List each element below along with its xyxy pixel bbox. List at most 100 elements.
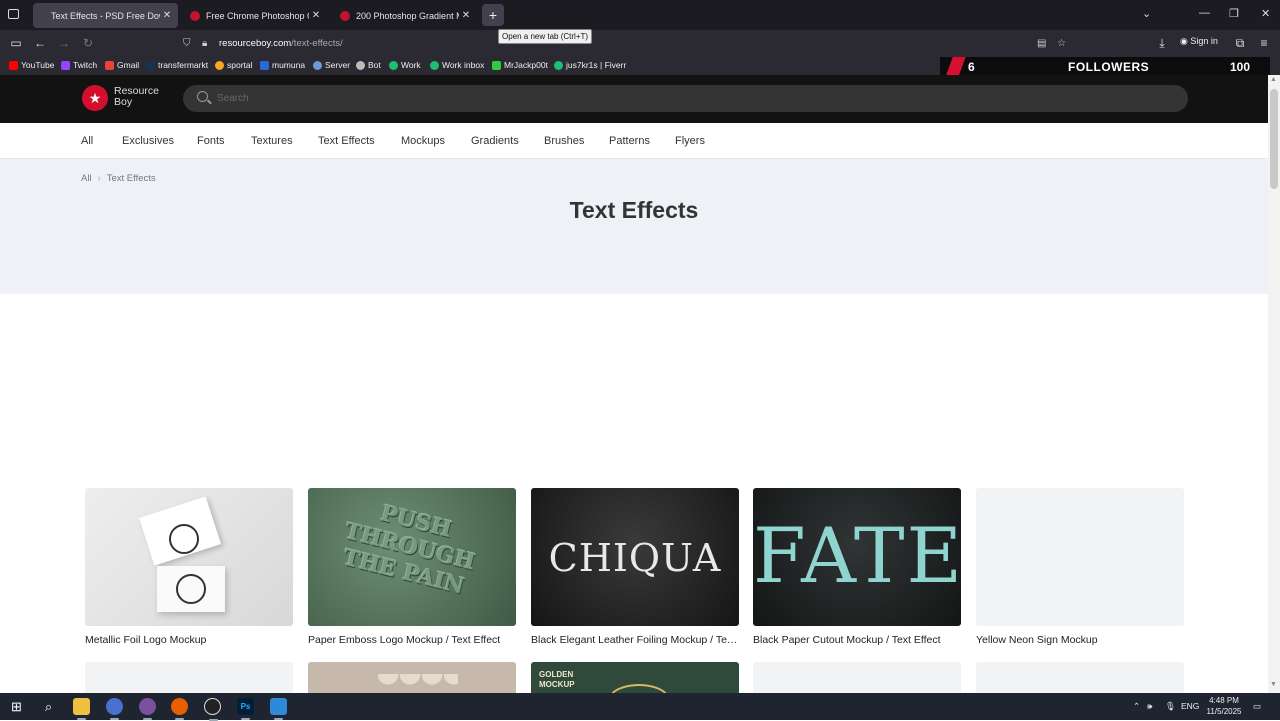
close-window-icon[interactable]: ✕ bbox=[1261, 7, 1270, 20]
notifications-icon[interactable]: ▭ bbox=[1253, 701, 1261, 712]
bookmark-fiverr[interactable]: jus7kr1s | Fiverr bbox=[554, 60, 626, 70]
product-title[interactable]: Paper Emboss Logo Mockup / Text Effect bbox=[308, 634, 518, 646]
category-exclusives[interactable]: Exclusives bbox=[122, 135, 174, 147]
category-patterns[interactable]: Patterns bbox=[609, 135, 650, 147]
product-title[interactable]: Yellow Neon Sign Mockup bbox=[976, 634, 1186, 646]
category-mockups[interactable]: Mockups bbox=[401, 135, 445, 147]
category-flyers[interactable]: Flyers bbox=[675, 135, 705, 147]
bookmark-bot[interactable]: Bot bbox=[356, 60, 381, 70]
bookmark-work-inbox[interactable]: Work inbox bbox=[430, 60, 484, 70]
category-textures[interactable]: Textures bbox=[251, 135, 293, 147]
lock-icon[interactable]: 🔒︎ bbox=[202, 33, 207, 54]
browser-tab-strip: Text Effects - PSD Free Downlo ✕ Free Ch… bbox=[0, 0, 1280, 30]
viber-icon[interactable] bbox=[139, 698, 156, 720]
bookmark-mrjackp00t[interactable]: MrJackp00t bbox=[492, 60, 548, 70]
tab-chrome-gradients[interactable]: Free Chrome Photoshop Gradie ✕ bbox=[182, 3, 327, 28]
product-card[interactable]: FATE Black Paper Cutout Mockup / Text Ef… bbox=[753, 488, 961, 646]
search-input[interactable] bbox=[217, 89, 1157, 108]
restore-window-icon[interactable]: ❐ bbox=[1229, 7, 1239, 20]
downloads-icon[interactable]: ⤓ bbox=[1153, 35, 1171, 52]
product-title[interactable]: Black Paper Cutout Mockup / Text Effect bbox=[753, 634, 963, 646]
product-thumbnail[interactable] bbox=[85, 488, 293, 626]
tab-gradient-maps[interactable]: 200 Photoshop Gradient Maps ✕ bbox=[332, 3, 477, 28]
back-icon[interactable]: ← bbox=[31, 35, 49, 52]
product-thumbnail[interactable] bbox=[85, 662, 293, 693]
tab-title: Text Effects - PSD Free Downlo bbox=[51, 10, 160, 21]
scroll-down-icon[interactable]: ▼ bbox=[1270, 681, 1277, 688]
show-hidden-icons-icon[interactable]: ⌃ bbox=[1133, 701, 1140, 712]
close-tab-icon[interactable]: ✕ bbox=[160, 10, 174, 21]
tab-overview-icon[interactable] bbox=[8, 9, 19, 19]
scroll-up-icon[interactable]: ▲ bbox=[1270, 76, 1277, 83]
volume-icon[interactable]: 🕪︎ bbox=[1147, 701, 1152, 712]
breadcrumb-all[interactable]: All bbox=[81, 173, 92, 184]
product-title[interactable]: Metallic Foil Logo Mockup bbox=[85, 634, 295, 646]
scrollbar-thumb[interactable] bbox=[1270, 89, 1278, 189]
tracking-shield-icon[interactable]: ⛉ bbox=[183, 33, 191, 54]
bookmark-youtube[interactable]: YouTube bbox=[9, 60, 54, 70]
product-card[interactable]: Metallic Foil Logo Mockup bbox=[85, 488, 293, 646]
reader-view-icon[interactable]: ▤ bbox=[1037, 33, 1046, 54]
file-explorer-icon[interactable] bbox=[73, 698, 90, 720]
product-thumbnail[interactable] bbox=[308, 662, 516, 693]
microphone-icon[interactable]: 🎙︎ bbox=[1165, 701, 1176, 712]
bookmark-sportal[interactable]: sportal bbox=[215, 60, 253, 70]
bookmark-label: sportal bbox=[227, 60, 253, 70]
bookmark-mumuna[interactable]: mumuna bbox=[260, 60, 305, 70]
system-clock[interactable]: 4:48 PM 11/5/2025 bbox=[1200, 695, 1248, 717]
product-card[interactable]: Yellow Neon Sign Mockup bbox=[976, 488, 1184, 646]
extensions-icon[interactable]: ⧉ bbox=[1231, 35, 1249, 52]
site-logo[interactable]: Resource Boy bbox=[114, 86, 159, 108]
globe-icon bbox=[356, 60, 365, 70]
category-text-effects[interactable]: Text Effects bbox=[318, 135, 375, 147]
product-thumbnail[interactable]: FATE bbox=[753, 488, 961, 626]
tab-text-effects[interactable]: Text Effects - PSD Free Downlo ✕ bbox=[33, 3, 178, 28]
page-scrollbar[interactable]: ▲ ▼ bbox=[1268, 75, 1280, 693]
menu-icon[interactable]: ≡ bbox=[1255, 35, 1273, 52]
product-card[interactable]: PUSH THROUGH THE PAIN Paper Emboss Logo … bbox=[308, 488, 516, 646]
firefox-icon[interactable] bbox=[171, 698, 188, 720]
fiverr-icon bbox=[554, 60, 563, 70]
new-tab-button[interactable]: + bbox=[482, 4, 504, 26]
product-thumbnail[interactable] bbox=[976, 662, 1184, 693]
windows-start-icon[interactable]: ⊞ bbox=[8, 698, 25, 715]
category-all[interactable]: All bbox=[81, 135, 93, 147]
search-icon[interactable]: ⌕ bbox=[40, 698, 57, 715]
obs-icon[interactable] bbox=[204, 698, 221, 721]
foil-emblem-icon bbox=[176, 574, 206, 604]
reload-icon[interactable]: ↻ bbox=[79, 35, 97, 52]
product-thumbnail[interactable]: CHIQUA bbox=[531, 488, 739, 626]
close-tab-icon[interactable]: ✕ bbox=[309, 10, 323, 21]
search-box bbox=[183, 85, 1188, 112]
photoshop-icon[interactable]: Ps bbox=[237, 698, 254, 720]
product-thumbnail[interactable] bbox=[753, 662, 961, 693]
app-icon[interactable] bbox=[270, 698, 287, 720]
product-thumbnail[interactable]: GOLDEN MOCKUP bbox=[531, 662, 739, 693]
bookmark-gmail[interactable]: Gmail bbox=[105, 60, 139, 70]
forward-icon[interactable]: → bbox=[55, 35, 73, 52]
overlay-label: FOLLOWERS bbox=[1068, 60, 1150, 74]
bookmark-label: Gmail bbox=[117, 60, 140, 70]
product-thumbnail[interactable]: PUSH THROUGH THE PAIN bbox=[308, 488, 516, 626]
language-indicator[interactable]: ENG bbox=[1181, 701, 1199, 711]
bookmark-server[interactable]: Server bbox=[313, 60, 350, 70]
bookmark-star-icon[interactable]: ☆ bbox=[1057, 33, 1066, 54]
resourceboy-logo-icon[interactable]: ★ bbox=[82, 85, 108, 111]
category-brushes[interactable]: Brushes bbox=[544, 135, 584, 147]
bookmark-transfermarkt[interactable]: transfermarkt bbox=[146, 60, 208, 70]
sidebar-icon[interactable]: ▭ bbox=[7, 35, 25, 52]
minimize-window-icon[interactable]: — bbox=[1199, 7, 1210, 19]
sign-in-button[interactable]: ◉ Sign in bbox=[1180, 36, 1218, 47]
category-gradients[interactable]: Gradients bbox=[471, 135, 519, 147]
product-thumbnail[interactable] bbox=[976, 488, 1184, 626]
close-tab-icon[interactable]: ✕ bbox=[459, 10, 473, 21]
overlay-count-left: 6 bbox=[968, 60, 975, 74]
product-card[interactable]: CHIQUA Black Elegant Leather Foiling Moc… bbox=[531, 488, 741, 646]
bookmark-work[interactable]: Work bbox=[389, 60, 421, 70]
bookmark-twitch[interactable]: Twitch bbox=[61, 60, 97, 70]
chrome-icon[interactable] bbox=[106, 698, 123, 720]
category-fonts[interactable]: Fonts bbox=[197, 135, 225, 147]
list-all-tabs-icon[interactable]: ⌄ bbox=[1142, 7, 1151, 20]
product-title[interactable]: Black Elegant Leather Foiling Mockup / T… bbox=[531, 634, 741, 646]
address-bar[interactable]: ⛉ 🔒︎ resourceboy.com/text-effects/ ▤ ☆ bbox=[176, 33, 1076, 54]
